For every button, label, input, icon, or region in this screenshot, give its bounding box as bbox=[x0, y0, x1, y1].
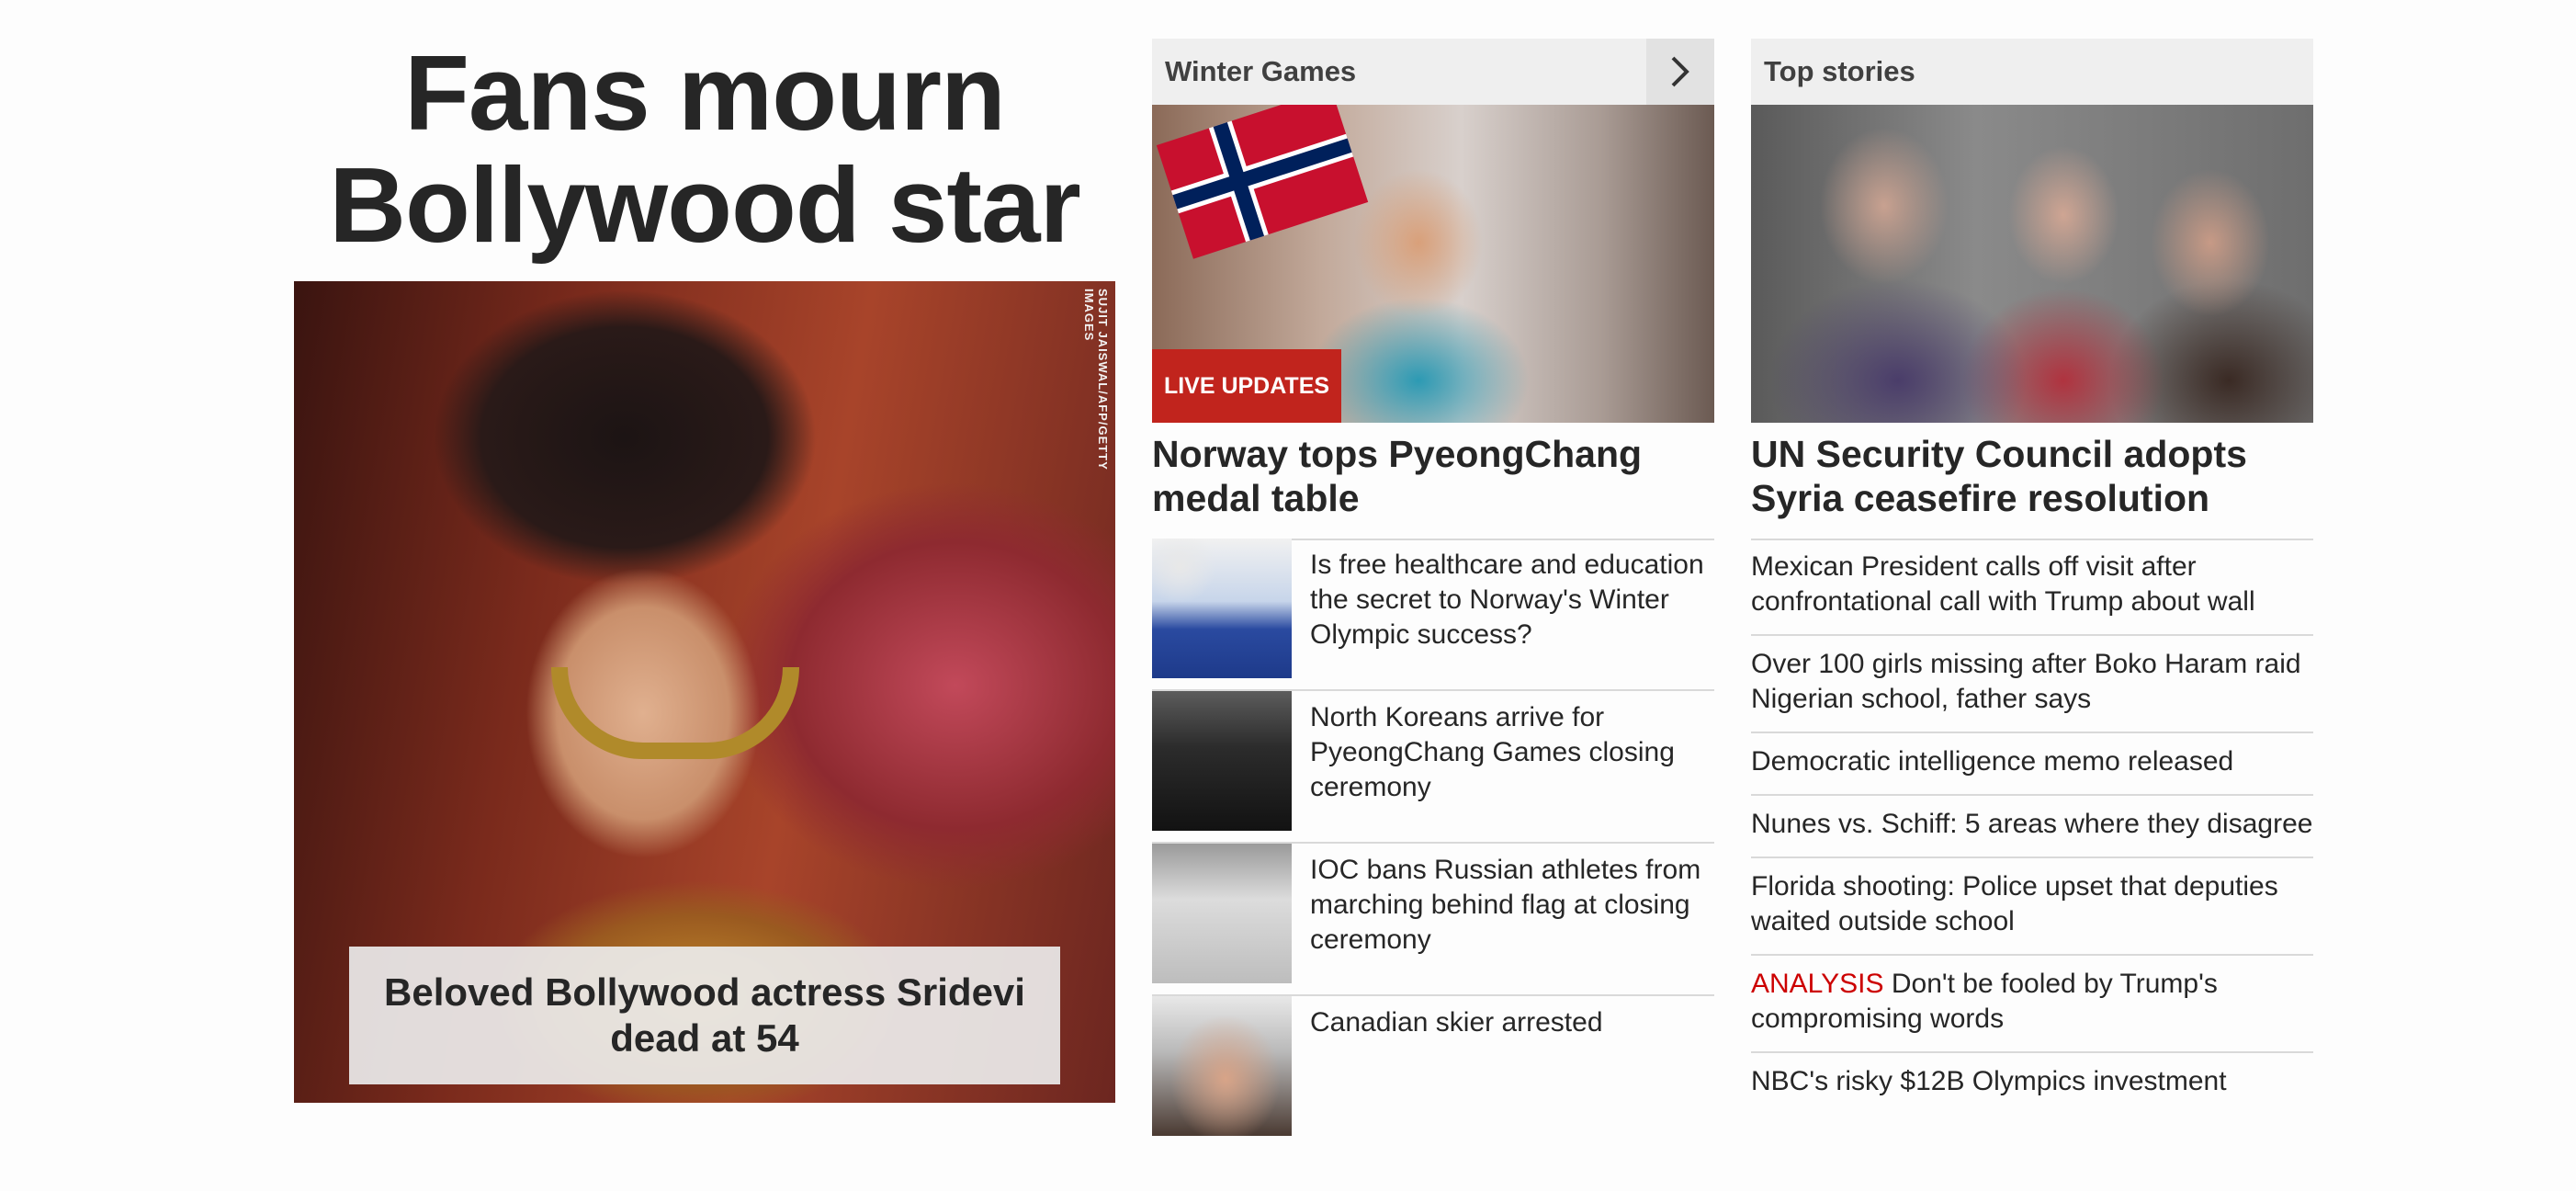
winter-games-next-button[interactable] bbox=[1646, 39, 1714, 105]
top-stories-list-item[interactable]: ANALYSIS Don't be fooled by Trump's comp… bbox=[1751, 956, 2313, 1053]
top-stories-list-item[interactable]: Over 100 girls missing after Boko Haram … bbox=[1751, 636, 2313, 733]
top-stories-list-item[interactable]: Nunes vs. Schiff: 5 areas where they dis… bbox=[1751, 796, 2313, 858]
story-headline[interactable]: Nunes vs. Schiff: 5 areas where they dis… bbox=[1751, 809, 2312, 839]
hero-image-credit: SUJIT JAISWAL/AFP/GETTY IMAGES bbox=[1082, 289, 1110, 471]
story-headline[interactable]: Mexican President calls off visit after … bbox=[1751, 551, 2255, 617]
winter-games-section-title[interactable]: Winter Games bbox=[1152, 55, 1356, 88]
winter-games-list-item[interactable]: Is free healthcare and education the sec… bbox=[1152, 539, 1714, 691]
hero-image[interactable]: SUJIT JAISWAL/AFP/GETTY IMAGES Beloved B… bbox=[294, 281, 1115, 1103]
top-stories-section-header[interactable]: Top stories bbox=[1751, 39, 2313, 105]
list-item-thumbnail[interactable] bbox=[1152, 996, 1292, 1136]
top-stories-image[interactable] bbox=[1751, 105, 2313, 423]
winter-games-list-item[interactable]: Canadian skier arrested bbox=[1152, 996, 1714, 1136]
list-item-thumbnail[interactable] bbox=[1152, 539, 1292, 678]
list-item-thumbnail[interactable] bbox=[1152, 691, 1292, 831]
analysis-tag[interactable]: ANALYSIS bbox=[1751, 969, 1884, 999]
live-updates-badge[interactable]: LIVE UPDATES bbox=[1152, 349, 1341, 423]
winter-games-headline[interactable]: Norway tops PyeongChang medal table bbox=[1152, 432, 1714, 540]
hero-image-necklace bbox=[551, 667, 799, 759]
winter-games-list-item[interactable]: North Koreans arrive for PyeongChang Gam… bbox=[1152, 691, 1714, 844]
hero-caption-box[interactable]: Beloved Bollywood actress Sridevi dead a… bbox=[349, 947, 1060, 1084]
top-stories-list-item[interactable]: NBC's risky $12B Olympics investment bbox=[1751, 1053, 2313, 1116]
winter-games-image[interactable]: LIVE UPDATES bbox=[1152, 105, 1714, 423]
list-item-headline[interactable]: North Koreans arrive for PyeongChang Gam… bbox=[1310, 700, 1714, 805]
list-item-headline[interactable]: IOC bans Russian athletes from marching … bbox=[1310, 853, 1714, 958]
story-headline[interactable]: Democratic intelligence memo released bbox=[1751, 746, 2233, 777]
winter-games-section-header[interactable]: Winter Games bbox=[1152, 39, 1714, 105]
list-item-headline[interactable]: Canadian skier arrested bbox=[1310, 1005, 1714, 1040]
top-stories-list-item[interactable]: Mexican President calls off visit after … bbox=[1751, 539, 2313, 636]
chevron-right-icon bbox=[1671, 56, 1689, 87]
story-headline[interactable]: Over 100 girls missing after Boko Haram … bbox=[1751, 649, 2301, 714]
norway-flag-graphic bbox=[1156, 105, 1369, 259]
story-headline[interactable]: NBC's risky $12B Olympics investment bbox=[1751, 1066, 2227, 1096]
flag-cross-blue-h bbox=[1172, 138, 1352, 210]
top-stories-list-item[interactable]: Florida shooting: Police upset that depu… bbox=[1751, 858, 2313, 956]
story-headline[interactable]: Florida shooting: Police upset that depu… bbox=[1751, 871, 2278, 936]
top-stories-section-title[interactable]: Top stories bbox=[1751, 55, 1915, 88]
list-item-headline[interactable]: Is free healthcare and education the sec… bbox=[1310, 548, 1714, 652]
hero-headline[interactable]: Fans mourn Bollywood star bbox=[294, 37, 1115, 261]
winter-games-list-item[interactable]: IOC bans Russian athletes from marching … bbox=[1152, 844, 1714, 996]
top-stories-headline[interactable]: UN Security Council adopts Syria ceasefi… bbox=[1751, 432, 2313, 540]
top-stories-list-item[interactable]: Democratic intelligence memo released bbox=[1751, 733, 2313, 796]
hero-caption[interactable]: Beloved Bollywood actress Sridevi dead a… bbox=[349, 970, 1060, 1061]
list-item-thumbnail[interactable] bbox=[1152, 844, 1292, 983]
